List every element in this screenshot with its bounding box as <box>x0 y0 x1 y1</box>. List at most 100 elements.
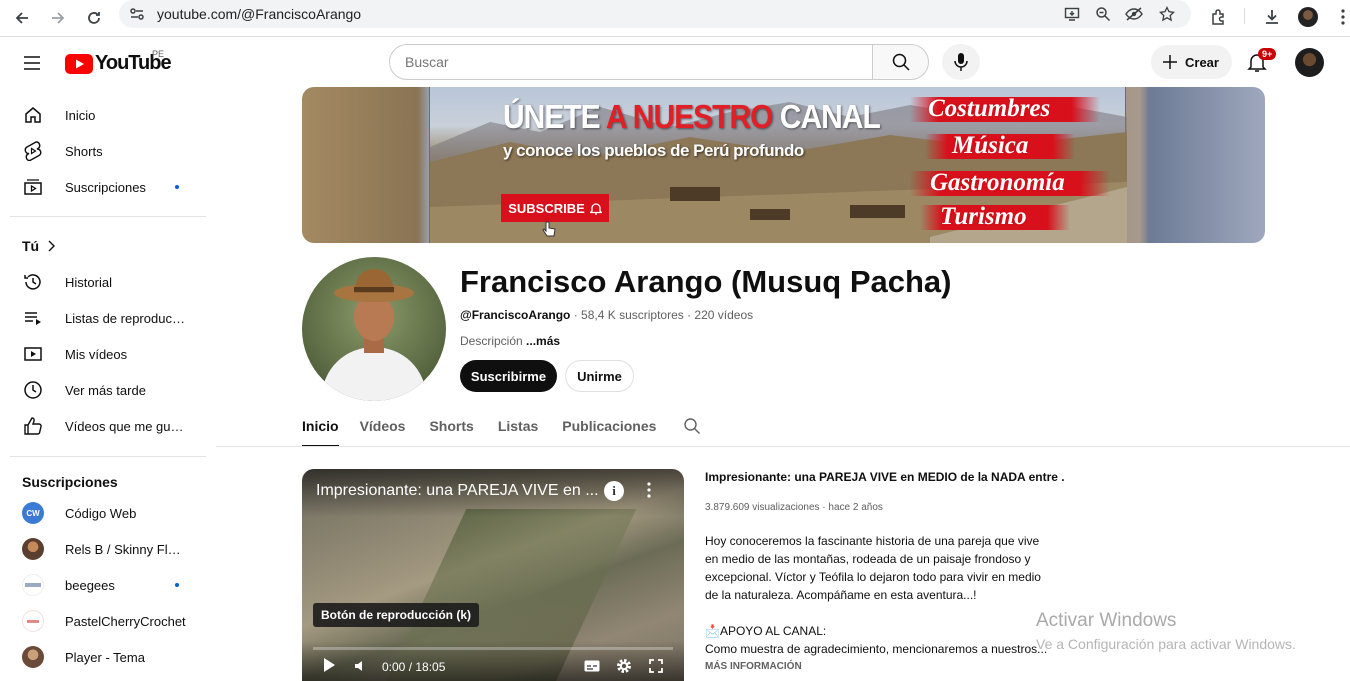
tab-listas[interactable]: Listas <box>498 404 538 447</box>
player-title[interactable]: Impresionante: una PAREJA VIVE en ... <box>316 482 599 500</box>
sidebar-item-label: Vídeos que me gus... <box>65 418 187 434</box>
search-button[interactable] <box>872 44 929 80</box>
video-player[interactable]: Impresionante: una PAREJA VIVE en ... i … <box>302 469 684 681</box>
tabs-divider <box>216 446 1350 447</box>
url-text: youtube.com/@FranciscoArango <box>157 6 362 22</box>
sidebar-item-label: PastelCherryCrochet <box>65 613 186 629</box>
menu-icon[interactable] <box>20 51 44 75</box>
channel-avatar <box>22 574 44 596</box>
search-icon <box>892 53 910 71</box>
join-button[interactable]: Unirme <box>565 360 634 392</box>
install-app-icon[interactable] <box>1062 4 1082 24</box>
channel-handle: @FranciscoArango <box>460 308 571 322</box>
channel-description[interactable]: Descripción ...más <box>460 334 560 348</box>
chevron-right-icon <box>48 240 56 252</box>
sidebar-item-historial[interactable]: Historial <box>12 264 206 300</box>
sidebar-item-shorts[interactable]: Shorts <box>12 133 206 169</box>
sidebar-item-liked[interactable]: Vídeos que me gus... <box>12 408 206 444</box>
tab-publicaciones[interactable]: Publicaciones <box>562 404 656 447</box>
tab-shorts[interactable]: Shorts <box>429 404 473 447</box>
sidebar-sub-beegees[interactable]: beegees <box>12 567 206 603</box>
channel-avatar-large[interactable] <box>302 257 446 401</box>
search-input[interactable] <box>390 45 872 79</box>
sidebar-item-ver-mas-tarde[interactable]: Ver más tarde <box>12 372 206 408</box>
create-label: Crear <box>1185 54 1219 70</box>
featured-video-title[interactable]: Impresionante: una PAREJA VIVE en MEDIO … <box>705 470 1065 484</box>
tracking-protection-icon[interactable] <box>1124 4 1144 24</box>
sidebar-item-listas[interactable]: Listas de reproducc... <box>12 300 206 336</box>
sidebar-item-label: Inicio <box>65 107 96 123</box>
subscriptions-heading-label: Suscripciones <box>22 474 118 490</box>
new-content-dot <box>175 185 179 189</box>
sidebar-sub-rels-b[interactable]: Rels B / Skinny Flakk <box>12 531 206 567</box>
settings-gear-icon[interactable] <box>616 658 632 674</box>
sidebar-item-label: Suscripciones <box>65 179 146 195</box>
progress-bar[interactable] <box>313 647 673 650</box>
channel-search-icon[interactable] <box>683 417 701 435</box>
info-icon[interactable]: i <box>604 481 624 501</box>
account-avatar[interactable] <box>1295 48 1324 77</box>
reload-button[interactable] <box>79 3 109 33</box>
hand-cursor-icon <box>542 221 556 237</box>
description-line: de la naturaleza. Acompáñame en esta ave… <box>705 588 977 602</box>
sidebar-item-label: Rels B / Skinny Flakk <box>65 541 187 557</box>
extensions-icon[interactable] <box>1205 3 1233 31</box>
you-heading-label: Tú <box>22 238 40 254</box>
watch-later-icon <box>22 379 44 401</box>
site-info-icon[interactable] <box>127 4 147 24</box>
chrome-menu-icon[interactable] <box>1329 3 1350 31</box>
tab-inicio[interactable]: Inicio <box>302 404 339 447</box>
sidebar-item-label: Mis vídeos <box>65 346 128 362</box>
downloads-icon[interactable] <box>1258 3 1286 31</box>
channel-banner: ÚNETE A NUESTRO CANAL y conoce los puebl… <box>302 87 1265 243</box>
forward-arrow-icon <box>52 12 65 24</box>
bookmark-star-icon[interactable] <box>1157 4 1177 24</box>
sidebar-sub-player-tema[interactable]: Player - Tema <box>12 639 206 675</box>
banner-title: ÚNETE A NUESTRO CANAL <box>503 99 881 136</box>
banner-image: ÚNETE A NUESTRO CANAL y conoce los puebl… <box>429 87 1127 243</box>
profile-avatar[interactable] <box>1294 3 1322 31</box>
description-line: excepcional. Víctor y Teófila lo dejaron… <box>705 570 1041 584</box>
description-more-link[interactable]: ...más <box>523 334 560 348</box>
sidebar-item-inicio[interactable]: Inicio <box>12 97 206 133</box>
play-icon[interactable] <box>322 657 336 673</box>
new-content-dot <box>175 583 179 587</box>
featured-video-description: Hoy conoceremos la fascinante historia d… <box>705 532 1065 658</box>
more-options-icon[interactable] <box>647 482 655 498</box>
volume-icon[interactable] <box>354 659 368 673</box>
tab-videos[interactable]: Vídeos <box>360 404 406 447</box>
create-button[interactable]: Crear <box>1151 45 1232 79</box>
windows-activation-subtitle: Ve a Configuración para activar Windows. <box>1036 636 1296 652</box>
subtitles-icon[interactable] <box>584 660 600 672</box>
sidebar-item-suscripciones[interactable]: Suscripciones <box>12 169 206 205</box>
subscribe-button[interactable]: Suscribirme <box>460 360 557 392</box>
back-arrow-icon <box>15 12 28 24</box>
description-support-heading: 📩APOYO AL CANAL: <box>705 624 827 638</box>
subscriptions-section-heading: Suscripciones <box>22 474 118 490</box>
player-time: 0:00 / 18:05 <box>382 660 446 674</box>
voice-search-button[interactable] <box>942 44 980 80</box>
sidebar-item-label: beegees <box>65 577 115 593</box>
you-section-heading[interactable]: Tú <box>22 238 56 254</box>
description-line: Como muestra de agradecimiento, menciona… <box>705 642 1048 656</box>
more-info-link[interactable]: MÁS INFORMACIÓN <box>705 661 802 672</box>
play-tooltip: Botón de reproducción (k) <box>313 603 479 627</box>
address-bar[interactable]: youtube.com/@FranciscoArango <box>119 0 1191 28</box>
back-button[interactable] <box>7 3 37 33</box>
forward-button[interactable] <box>43 3 73 33</box>
country-code: PE <box>152 49 165 59</box>
history-icon <box>22 271 44 293</box>
sidebar-item-mis-videos[interactable]: Mis vídeos <box>12 336 206 372</box>
youtube-masthead: YouTube PE Crear 9+ <box>0 37 1350 87</box>
description-line: en medio de las montañas, rodeada de un … <box>705 552 1031 566</box>
channel-avatar <box>22 538 44 560</box>
search-box[interactable] <box>389 44 873 80</box>
zoom-icon[interactable] <box>1093 4 1113 24</box>
channel-meta: @FranciscoArango · 58,4 K suscriptores ·… <box>460 308 753 322</box>
channel-avatar-portrait <box>322 269 426 401</box>
sidebar-sub-codigo-web[interactable]: CW Código Web <box>12 495 206 531</box>
featured-video-meta: 3.879.609 visualizaciones · hace 2 años <box>705 502 883 513</box>
sidebar-sub-pastelcherrycrochet[interactable]: PastelCherryCrochet <box>12 603 206 639</box>
fullscreen-icon[interactable] <box>649 659 663 673</box>
channel-avatar <box>22 610 44 632</box>
